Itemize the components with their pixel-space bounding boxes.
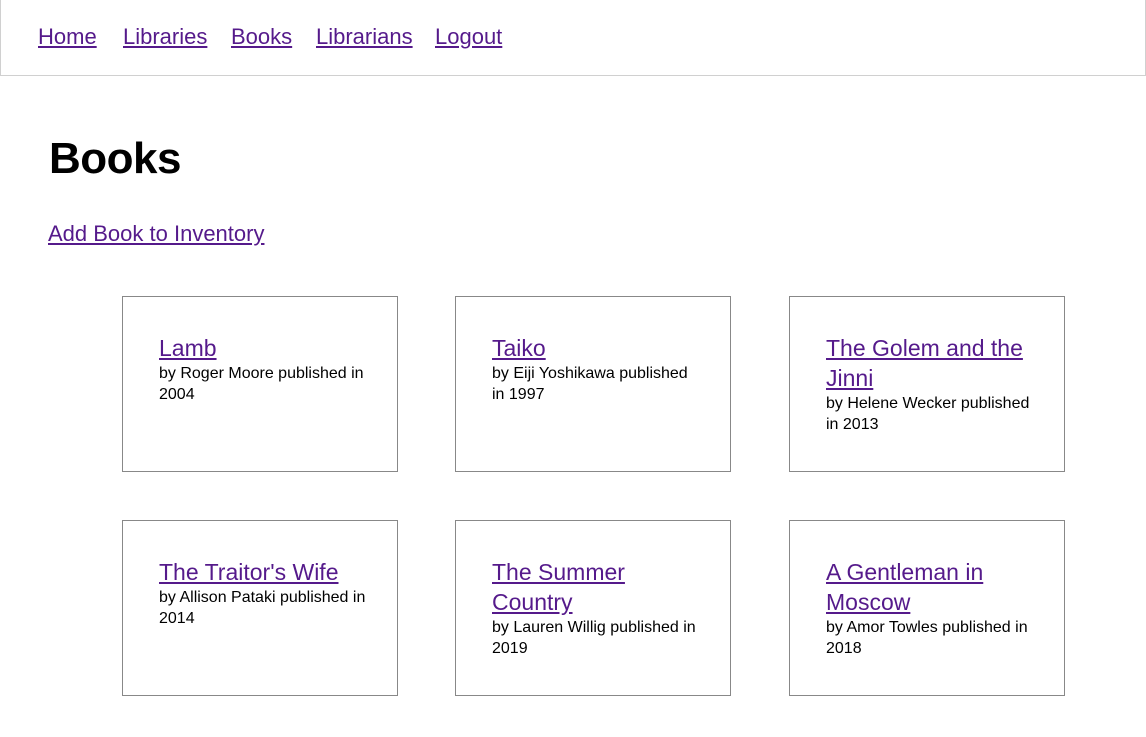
book-card: The Summer Country by Lauren Willig publi… xyxy=(455,520,731,696)
page-title: Books xyxy=(49,134,181,183)
book-card-content: The Golem and the Jinni by Helene Wecker … xyxy=(826,333,1034,435)
book-card-content: The Summer Country by Lauren Willig publi… xyxy=(492,557,700,659)
book-card: Taiko by Eiji Yoshikawa published in 1997 xyxy=(455,296,731,472)
book-card-content: Lamb by Roger Moore published in 2004 xyxy=(159,333,367,405)
book-card-content: Taiko by Eiji Yoshikawa published in 1997 xyxy=(492,333,700,405)
book-card: Lamb by Roger Moore published in 2004 xyxy=(122,296,398,472)
book-card: The Golem and the Jinni by Helene Wecker … xyxy=(789,296,1065,472)
book-card: A Gentleman in Moscow by Amor Towles publ… xyxy=(789,520,1065,696)
nav-librarians[interactable]: Librarians xyxy=(316,24,413,50)
nav-books[interactable]: Books xyxy=(231,24,292,50)
nav-logout[interactable]: Logout xyxy=(435,24,502,50)
book-meta: by Amor Towles published in 2018 xyxy=(826,619,1028,657)
book-meta: by Eiji Yoshikawa published in 1997 xyxy=(492,365,688,403)
book-title-link[interactable]: The Golem and the Jinni xyxy=(826,333,1034,393)
book-meta: by Helene Wecker published in 2013 xyxy=(826,395,1030,433)
nav-home[interactable]: Home xyxy=(38,24,97,50)
book-meta: by Roger Moore published in 2004 xyxy=(159,365,364,403)
book-title-link[interactable]: Taiko xyxy=(492,333,700,363)
book-title-link[interactable]: The Traitor's Wife xyxy=(159,557,367,587)
book-card-content: The Traitor's Wife by Allison Pataki publ… xyxy=(159,557,367,629)
book-card-content: A Gentleman in Moscow by Amor Towles publ… xyxy=(826,557,1034,659)
book-card: The Traitor's Wife by Allison Pataki publ… xyxy=(122,520,398,696)
top-nav: Home Libraries Books Librarians Logout xyxy=(0,0,1146,76)
book-title-link[interactable]: The Summer Country xyxy=(492,557,700,617)
book-meta: by Lauren Willig published in 2019 xyxy=(492,619,696,657)
add-book-link[interactable]: Add Book to Inventory xyxy=(48,221,264,247)
book-title-link[interactable]: A Gentleman in Moscow xyxy=(826,557,1034,617)
book-title-link[interactable]: Lamb xyxy=(159,333,367,363)
book-meta: by Allison Pataki published in 2014 xyxy=(159,589,366,627)
nav-libraries[interactable]: Libraries xyxy=(123,24,207,50)
